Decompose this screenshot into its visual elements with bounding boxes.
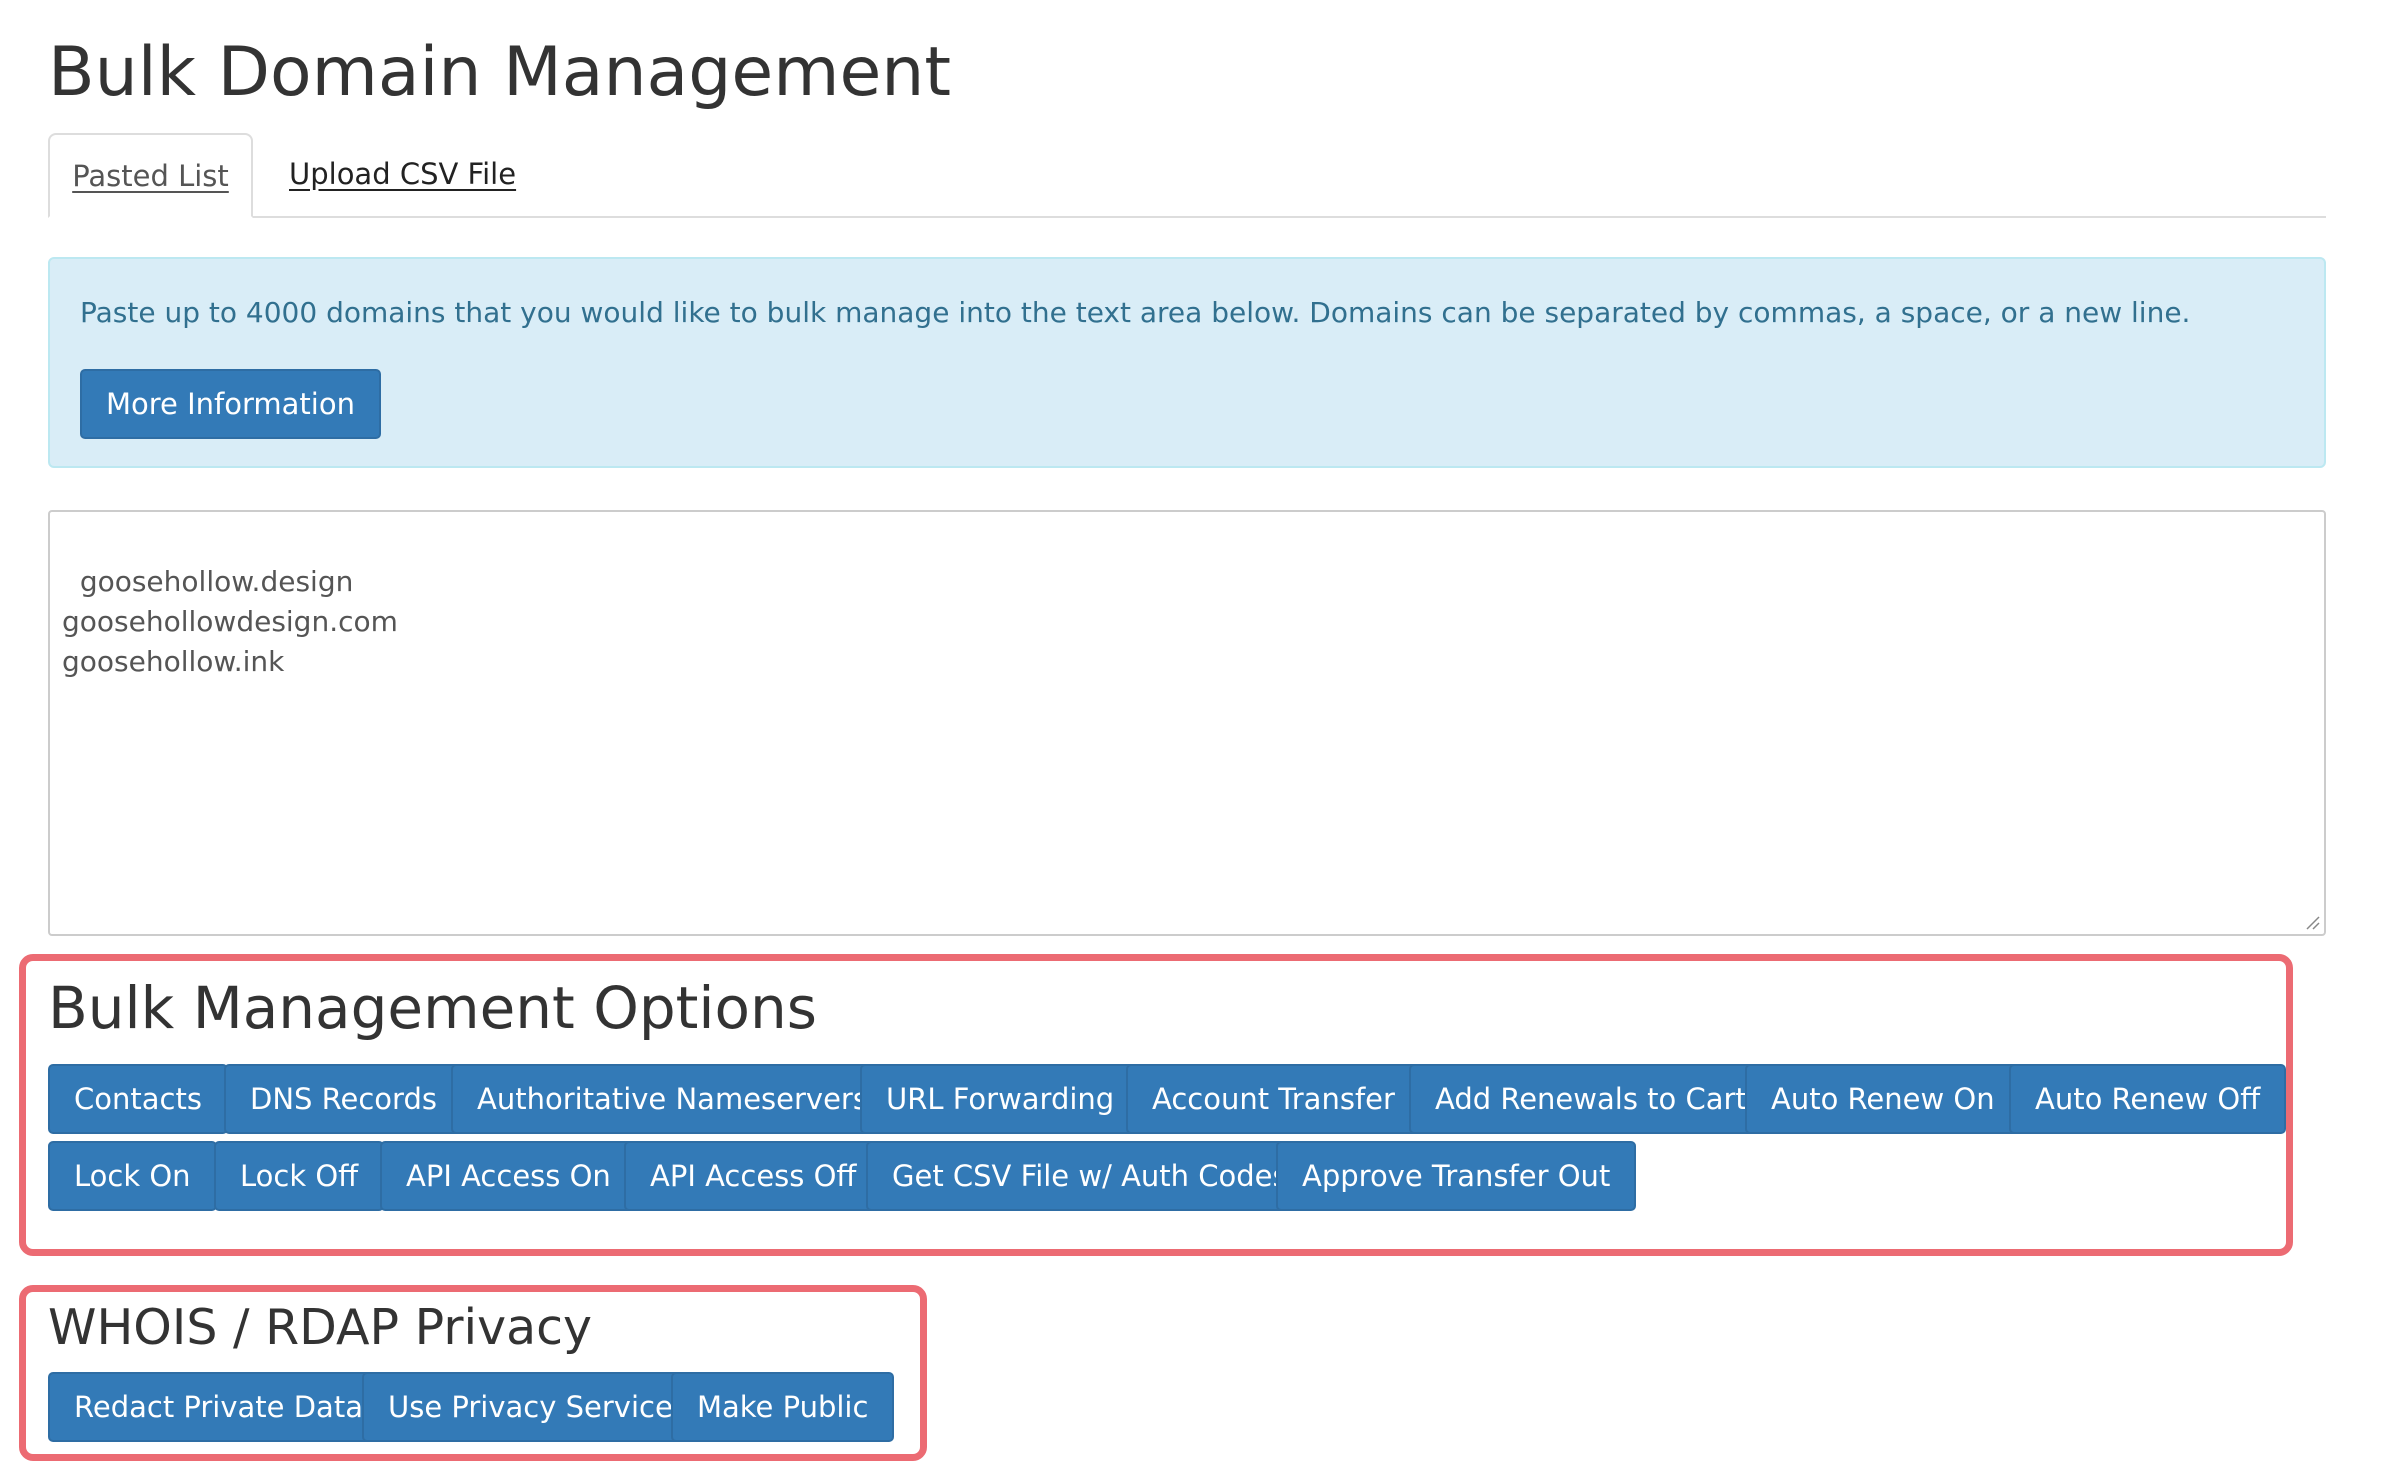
- api-access-off-button[interactable]: API Access Off: [624, 1141, 883, 1211]
- tab-upload-csv-file[interactable]: Upload CSV File: [289, 133, 516, 216]
- tab-pasted-list[interactable]: Pasted List: [48, 133, 253, 218]
- whois-privacy-heading: WHOIS / RDAP Privacy: [48, 1299, 593, 1356]
- make-public-button[interactable]: Make Public: [671, 1372, 895, 1442]
- info-alert-text: Paste up to 4000 domains that you would …: [80, 296, 2191, 329]
- page-title: Bulk Domain Management: [48, 33, 952, 112]
- bulk-options-heading: Bulk Management Options: [48, 974, 817, 1042]
- tab-bar: Pasted List Upload CSV File: [48, 133, 2326, 218]
- authoritative-nameservers-button[interactable]: Authoritative Nameservers: [451, 1064, 894, 1134]
- url-forwarding-button[interactable]: URL Forwarding: [860, 1064, 1141, 1134]
- lock-off-button[interactable]: Lock Off: [214, 1141, 385, 1211]
- approve-transfer-out-button[interactable]: Approve Transfer Out: [1276, 1141, 1637, 1211]
- contacts-button[interactable]: Contacts: [48, 1064, 228, 1134]
- resize-grip-icon[interactable]: [2304, 914, 2320, 930]
- use-privacy-service-button[interactable]: Use Privacy Service: [362, 1372, 699, 1442]
- api-access-on-button[interactable]: API Access On: [380, 1141, 637, 1211]
- info-alert: Paste up to 4000 domains that you would …: [48, 257, 2326, 468]
- domains-textarea-value: goosehollow.design goosehollowdesign.com…: [62, 565, 398, 678]
- get-csv-auth-codes-button[interactable]: Get CSV File w/ Auth Codes: [866, 1141, 1314, 1211]
- auto-renew-off-button[interactable]: Auto Renew Off: [2009, 1064, 2287, 1134]
- domains-textarea[interactable]: goosehollow.design goosehollowdesign.com…: [48, 510, 2326, 936]
- more-information-button[interactable]: More Information: [80, 369, 381, 439]
- lock-on-button[interactable]: Lock On: [48, 1141, 217, 1211]
- add-renewals-to-cart-button[interactable]: Add Renewals to Cart: [1409, 1064, 1773, 1134]
- dns-records-button[interactable]: DNS Records: [224, 1064, 463, 1134]
- auto-renew-on-button[interactable]: Auto Renew On: [1745, 1064, 2021, 1134]
- redact-private-data-button[interactable]: Redact Private Data: [48, 1372, 389, 1442]
- account-transfer-button[interactable]: Account Transfer: [1126, 1064, 1421, 1134]
